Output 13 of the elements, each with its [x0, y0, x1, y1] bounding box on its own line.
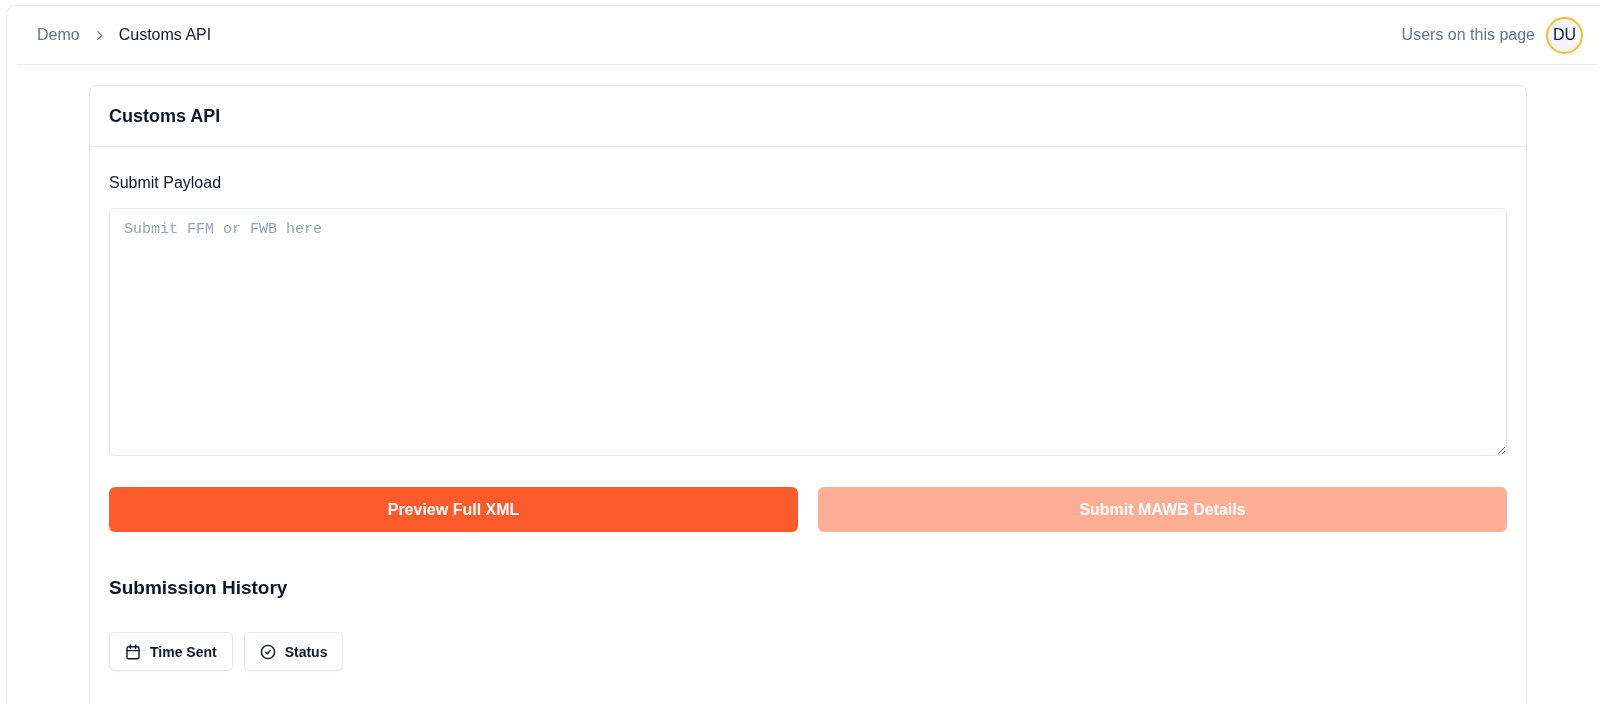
payload-label: Submit Payload — [109, 173, 223, 193]
chevron-right-icon — [95, 29, 103, 41]
payload-textarea[interactable]: Submit FFM or FWB here — [109, 208, 1507, 456]
time-sent-filter[interactable]: Time Sent — [109, 632, 233, 671]
users-on-page-label: Users on this page — [1401, 26, 1535, 44]
status-filter[interactable]: Status — [243, 632, 344, 671]
history-title: Submission History — [109, 576, 289, 600]
breadcrumb-current[interactable]: Customs API — [118, 26, 212, 44]
user-avatar[interactable]: DU — [1546, 16, 1583, 54]
breadcrumb-link[interactable]: Demo — [37, 26, 80, 44]
card-title: Customs API — [109, 105, 221, 127]
calendar-icon — [125, 643, 141, 660]
check-circle-icon — [259, 643, 276, 660]
